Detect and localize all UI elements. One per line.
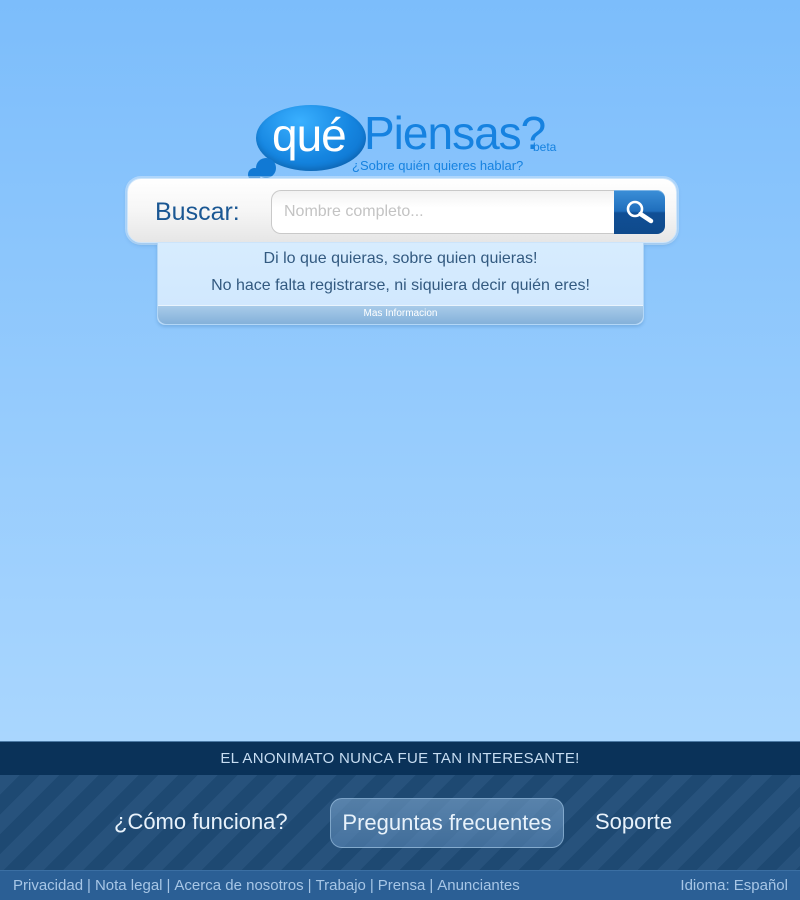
link-privacy[interactable]: Privacidad	[13, 877, 83, 894]
footer-bottom-bar: Privacidad | Nota legal | Acerca de nosotros…	[0, 870, 800, 900]
logo-tagline: ¿Sobre quién quieres hablar?	[352, 158, 524, 173]
beta-badge: beta	[533, 140, 557, 154]
info-panel: Di lo que quieras, sobre quien quieras! …	[157, 243, 644, 325]
link-separator: |	[87, 877, 91, 894]
language-selector[interactable]: Idioma: Español	[680, 871, 788, 900]
search-bar: Buscar:	[127, 178, 677, 243]
nav-support[interactable]: Soporte	[595, 798, 672, 848]
footer-nav: ¿Cómo funciona? Preguntas frecuentes Sop…	[0, 775, 800, 870]
info-text-line1: Di lo que quieras, sobre quien quieras!	[263, 250, 538, 267]
more-info-link[interactable]: Mas Informacion	[158, 305, 643, 324]
logo-que-text: qué	[272, 109, 347, 161]
link-separator: |	[369, 877, 374, 894]
logo-piensas-text: Piensas?	[364, 107, 546, 159]
link-separator: |	[166, 877, 171, 894]
magnifier-icon	[626, 200, 654, 224]
search-button[interactable]	[614, 190, 665, 234]
legal-links: Privacidad | Nota legal | Acerca de nosotros…	[13, 871, 520, 900]
footer-slogan: EL ANONIMATO NUNCA FUE TAN INTERESANTE!	[0, 741, 800, 775]
search-input[interactable]	[271, 190, 615, 234]
nav-faq[interactable]: Preguntas frecuentes	[330, 798, 564, 848]
link-separator: |	[307, 877, 312, 894]
link-jobs[interactable]: Trabajo	[316, 877, 366, 894]
search-label: Buscar:	[155, 198, 240, 226]
link-advertisers[interactable]: Anunciantes	[437, 877, 520, 894]
info-text-line2: No hace falta registrarse, ni siquiera d…	[211, 277, 590, 294]
link-legal-notice[interactable]: Nota legal	[95, 877, 163, 894]
link-press[interactable]: Prensa	[378, 877, 426, 894]
site-logo[interactable]: qué Piensas? beta ¿Sobre quién quieres h…	[246, 102, 566, 184]
link-separator: |	[429, 877, 434, 894]
link-about-us[interactable]: Acerca de nosotros	[174, 877, 303, 894]
nav-how-it-works[interactable]: ¿Cómo funciona?	[114, 798, 288, 848]
